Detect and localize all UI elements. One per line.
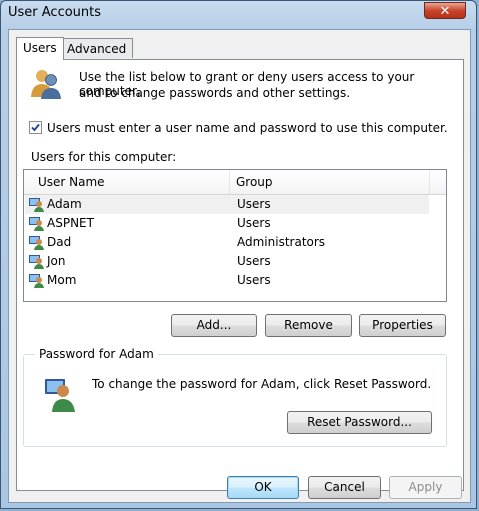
table-row[interactable]: Mom Users (25, 271, 429, 290)
user-name-cell: Jon (47, 254, 66, 268)
user-accounts-window: User Accounts ✕ Users Advanced Use the l… (0, 0, 477, 509)
group-cell: Users (237, 197, 271, 211)
group-cell: Users (237, 273, 271, 287)
table-row[interactable]: Adam Users (25, 195, 429, 214)
cancel-button[interactable]: Cancel (308, 476, 381, 499)
table-row[interactable]: ASPNET Users (25, 214, 429, 233)
user-name-cell: Adam (47, 197, 82, 211)
group-cell: Administrators (237, 235, 326, 249)
reset-password-button[interactable]: Reset Password... (287, 411, 432, 434)
user-icon (29, 274, 44, 288)
require-login-label[interactable]: Users must enter a user name and passwor… (47, 121, 448, 135)
tab-advanced[interactable]: Advanced (60, 38, 134, 58)
window-title: User Accounts (8, 5, 102, 20)
remove-user-button[interactable]: Remove (265, 314, 352, 337)
add-user-button[interactable]: Add... (171, 314, 257, 337)
table-row[interactable]: Dad Administrators (25, 233, 429, 252)
user-icon (29, 217, 44, 231)
group-cell: Users (237, 216, 271, 230)
properties-button[interactable]: Properties (359, 314, 446, 337)
close-button[interactable]: ✕ (424, 2, 466, 19)
intro-text-line-2: and to change passwords and other settin… (79, 86, 351, 100)
user-icon (29, 198, 44, 212)
column-header-user-name[interactable]: User Name (32, 170, 230, 194)
table-row[interactable]: Jon Users (25, 252, 429, 271)
password-group-title: Password for Adam (35, 347, 158, 361)
require-login-checkbox[interactable] (29, 121, 42, 134)
user-name-cell: ASPNET (47, 216, 94, 230)
user-icon (29, 255, 44, 269)
ok-button[interactable]: OK (227, 476, 299, 499)
user-name-cell: Dad (47, 235, 72, 249)
group-cell: Users (237, 254, 271, 268)
users-icon (31, 70, 61, 99)
tab-users[interactable]: Users (16, 37, 64, 60)
users-list[interactable]: User Name Group Adam Users ASPNET Users … (23, 169, 447, 302)
password-instructions: To change the password for Adam, click R… (92, 377, 432, 391)
users-list-header: User Name Group (24, 170, 446, 195)
user-icon (45, 379, 75, 412)
apply-button: Apply (389, 476, 462, 499)
user-icon (29, 236, 44, 250)
column-header-group[interactable]: Group (230, 170, 430, 194)
users-section-label: Users for this computer: (31, 150, 177, 164)
checkmark-icon (31, 123, 40, 132)
user-name-cell: Mom (47, 273, 77, 287)
